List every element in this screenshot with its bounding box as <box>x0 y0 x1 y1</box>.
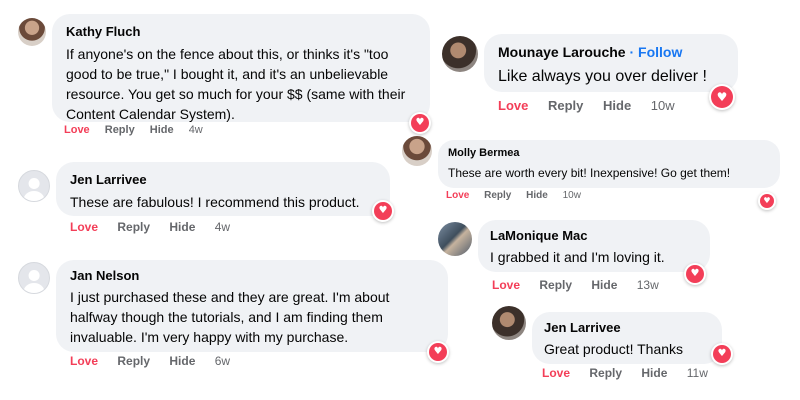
comment-actions: Love Reply Hide 6w <box>70 354 230 368</box>
comment-time[interactable]: 10w <box>651 98 675 113</box>
heart-icon: ♥ <box>374 202 392 220</box>
comment-author[interactable]: Jen Larrivee <box>544 320 710 336</box>
comment-text: These are fabulous! I recommend this pro… <box>70 194 360 210</box>
love-link[interactable]: Love <box>446 190 469 201</box>
avatar[interactable] <box>492 306 526 340</box>
comment-actions: Love Reply Hide 10w <box>498 98 675 113</box>
love-reaction[interactable]: ♥ <box>372 200 394 222</box>
comment-author[interactable]: Jan Nelson <box>70 268 434 284</box>
heart-icon: ♥ <box>429 343 447 361</box>
comment-author[interactable]: LaMonique Mac <box>490 228 698 244</box>
avatar[interactable] <box>18 262 50 294</box>
comment-actions: Love Reply Hide 4w <box>64 124 203 136</box>
love-link[interactable]: Love <box>542 366 570 380</box>
comment-author[interactable]: Molly Bermea <box>448 146 770 160</box>
reply-link[interactable]: Reply <box>589 366 622 380</box>
reply-link[interactable]: Reply <box>117 220 150 234</box>
heart-icon: ♥ <box>411 114 429 132</box>
love-link[interactable]: Love <box>498 98 528 113</box>
comment-text: If anyone's on the fence about this, or … <box>66 46 406 122</box>
love-link[interactable]: Love <box>64 124 90 136</box>
love-link[interactable]: Love <box>70 354 98 368</box>
avatar[interactable] <box>438 222 472 256</box>
comment-text: These are worth every bit! Inexpensive! … <box>448 166 731 180</box>
comment-author[interactable]: Jen Larrivee <box>70 172 376 188</box>
comment-author[interactable]: Mounaye Larouche <box>498 44 626 60</box>
love-reaction[interactable]: ♥ <box>711 343 733 365</box>
love-link[interactable]: Love <box>70 220 98 234</box>
love-reaction[interactable]: ♥ <box>684 263 706 285</box>
comment-bubble: Jen Larrivee Great product! Thanks <box>532 312 722 364</box>
hide-link[interactable]: Hide <box>150 124 174 136</box>
heart-icon: ♥ <box>711 86 733 108</box>
reply-link[interactable]: Reply <box>539 278 572 292</box>
hide-link[interactable]: Hide <box>591 278 617 292</box>
comment-bubble: Jan Nelson I just purchased these and th… <box>56 260 448 352</box>
comment-time[interactable]: 4w <box>189 124 203 136</box>
hide-link[interactable]: Hide <box>169 354 195 368</box>
comment-time[interactable]: 13w <box>637 278 659 292</box>
reply-link[interactable]: Reply <box>105 124 135 136</box>
comment-actions: Love Reply Hide 11w <box>542 366 708 380</box>
reply-link[interactable]: Reply <box>484 190 511 201</box>
love-reaction[interactable]: ♥ <box>427 341 449 363</box>
love-reaction[interactable]: ♥ <box>758 192 776 210</box>
comment-bubble: Molly Bermea These are worth every bit! … <box>438 140 780 188</box>
love-reaction[interactable]: ♥ <box>409 112 431 134</box>
follow-button[interactable]: Follow <box>638 44 682 60</box>
comment-bubble: Jen Larrivee These are fabulous! I recom… <box>56 162 390 216</box>
comment-time[interactable]: 10w <box>563 190 581 201</box>
avatar[interactable] <box>18 18 46 46</box>
reply-link[interactable]: Reply <box>117 354 150 368</box>
avatar[interactable] <box>442 36 478 72</box>
reply-link[interactable]: Reply <box>548 98 583 113</box>
comment-actions: Love Reply Hide 4w <box>70 220 230 234</box>
heart-icon: ♥ <box>713 345 731 363</box>
avatar[interactable] <box>402 136 432 166</box>
comment-time[interactable]: 6w <box>215 354 230 368</box>
hide-link[interactable]: Hide <box>641 366 667 380</box>
comment-author[interactable]: Kathy Fluch <box>66 24 416 40</box>
comment-bubble: Mounaye Larouche · Follow Like always yo… <box>484 34 738 92</box>
comment-actions: Love Reply Hide 10w <box>446 190 581 201</box>
hide-link[interactable]: Hide <box>603 98 631 113</box>
love-link[interactable]: Love <box>492 278 520 292</box>
comment-time[interactable]: 4w <box>215 220 230 234</box>
heart-icon: ♥ <box>760 194 774 208</box>
comment-time[interactable]: 11w <box>687 366 708 380</box>
love-reaction[interactable]: ♥ <box>709 84 735 110</box>
hide-link[interactable]: Hide <box>526 190 548 201</box>
comment-actions: Love Reply Hide 13w <box>492 278 659 292</box>
avatar[interactable] <box>18 170 50 202</box>
hide-link[interactable]: Hide <box>169 220 195 234</box>
comment-bubble: Kathy Fluch If anyone's on the fence abo… <box>52 14 430 122</box>
comment-text: I grabbed it and I'm loving it. <box>490 249 665 265</box>
comment-text: Great product! Thanks <box>544 341 684 357</box>
comment-text: I just purchased these and they are grea… <box>70 289 390 345</box>
heart-icon: ♥ <box>686 265 704 283</box>
comment-text: Like always you over deliver ! <box>498 68 707 85</box>
comment-bubble: LaMonique Mac I grabbed it and I'm lovin… <box>478 220 710 272</box>
